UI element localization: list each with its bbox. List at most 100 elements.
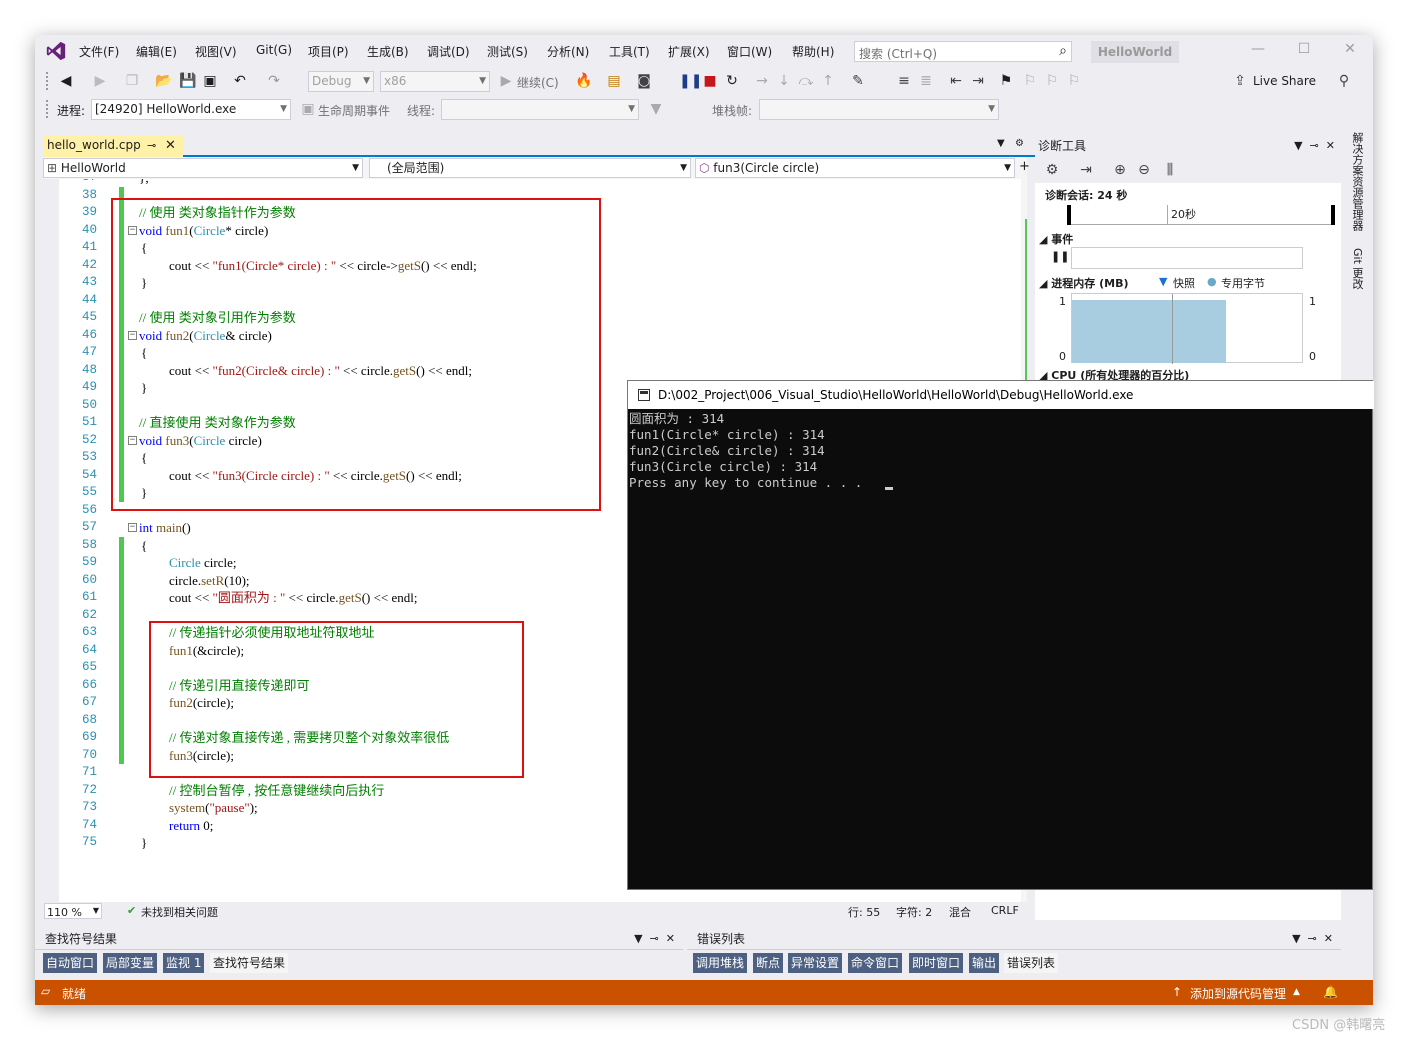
pin-icon[interactable]: ⊸	[147, 135, 156, 156]
timeline-ruler[interactable]: 20秒	[1067, 205, 1335, 225]
chevron-up-icon[interactable]: ▲	[1293, 987, 1300, 997]
tab-watch-1[interactable]: 监视 1	[163, 953, 205, 973]
collapse-icon[interactable]: −	[128, 523, 137, 532]
menu-tools[interactable]: 工具(T)	[609, 43, 650, 60]
show-next-statement-icon[interactable]: →	[753, 72, 771, 90]
events-pause-icon[interactable]: ❚❚	[1051, 250, 1069, 263]
issues-status[interactable]: 未找到相关问题	[141, 904, 218, 920]
split-window-icon[interactable]: +	[1019, 159, 1030, 174]
zoom-select[interactable]: 110 % ▼	[44, 903, 102, 919]
console-window[interactable]: D:\002_Project\006_Visual_Studio\HelloWo…	[627, 380, 1374, 890]
tab-call-stack[interactable]: 调用堆栈	[693, 953, 748, 973]
export-icon[interactable]: ⇥	[1077, 161, 1095, 179]
menu-file[interactable]: 文件(F)	[79, 43, 119, 60]
console-title-bar[interactable]: D:\002_Project\006_Visual_Studio\HelloWo…	[628, 381, 1374, 409]
menu-analyze[interactable]: 分析(N)	[547, 43, 589, 60]
tab-breakpoints[interactable]: 断点	[753, 953, 784, 973]
menu-git[interactable]: Git(G)	[256, 43, 292, 57]
panel-controls-icon[interactable]: ▼ ⊸ ✕	[1294, 135, 1335, 157]
memory-header[interactable]: ◢ 进程内存 (MB)	[1039, 275, 1129, 291]
panel-controls-icon[interactable]: ▼ ⊸ ✕	[1292, 928, 1333, 950]
events-header[interactable]: ◢ 事件	[1039, 231, 1073, 247]
new-item-icon[interactable]: ❐	[123, 72, 141, 90]
menu-view[interactable]: 视图(V)	[195, 43, 237, 60]
whitespace-mode-status[interactable]: 混合	[949, 904, 971, 920]
project-select[interactable]: ⊞ HelloWorld ▼	[43, 158, 363, 178]
stop-icon[interactable]: ■	[701, 72, 719, 90]
tab-list-chevron-icon[interactable]: ▼	[997, 138, 1005, 149]
browse-icon[interactable]: ▤	[605, 72, 623, 90]
save-icon[interactable]: 💾	[179, 72, 197, 90]
zoom-in-icon[interactable]: ⊕	[1111, 161, 1129, 179]
forward-icon[interactable]: ▶	[91, 72, 109, 90]
scope-select[interactable]: (全局范围) ▼	[369, 158, 691, 178]
tab-exception-settings[interactable]: 异常设置	[788, 953, 843, 973]
menu-window[interactable]: 窗口(W)	[727, 43, 772, 60]
step-out-icon[interactable]: ↑	[819, 72, 837, 90]
settings-gear-icon[interactable]: ⚙	[1015, 138, 1024, 149]
add-to-source-control-button[interactable]: 添加到源代码管理	[1190, 985, 1286, 1002]
tab-find-symbol-results[interactable]: 查找符号结果	[210, 953, 289, 973]
tab-locals[interactable]: 局部变量	[103, 953, 158, 973]
prev-bookmark-icon[interactable]: ⚐	[1021, 72, 1039, 90]
panel-controls-icon[interactable]: ▼ ⊸ ✕	[634, 928, 675, 950]
filter-icon[interactable]: ▼	[647, 100, 665, 118]
tab-immediate-window[interactable]: 即时窗口	[909, 953, 964, 973]
next-bookmark-icon[interactable]: ⚐	[1043, 72, 1061, 90]
timeline-end-handle[interactable]	[1331, 205, 1335, 225]
menu-help[interactable]: 帮助(H)	[792, 43, 834, 60]
tab-hello-world-cpp[interactable]: hello_world.cpp ⊸ ✕	[43, 135, 183, 157]
search-input[interactable]: 搜索 (Ctrl+Q) ⌕	[854, 41, 1072, 62]
reset-zoom-icon[interactable]: ⫼	[1161, 161, 1179, 179]
restart-icon[interactable]: ↻	[723, 72, 741, 90]
thread-select[interactable]: ▼	[441, 99, 639, 120]
process-select[interactable]: [24920] HelloWorld.exe ▼	[91, 99, 291, 120]
close-window-icon[interactable]: ✕	[1335, 41, 1365, 61]
stack-frame-select[interactable]: ▼	[759, 99, 999, 120]
code-line[interactable]: 37};	[43, 179, 1027, 187]
open-file-icon[interactable]: 📂	[155, 72, 173, 90]
tab-output[interactable]: 输出	[969, 953, 1000, 973]
platform-select[interactable]: x86 ▼	[380, 71, 490, 92]
menu-extensions[interactable]: 扩展(X)	[668, 43, 710, 60]
back-icon[interactable]: ◀	[57, 72, 75, 90]
live-share-button[interactable]: Live Share	[1253, 74, 1316, 88]
play-icon[interactable]: ▶	[497, 72, 515, 90]
tab-git-changes[interactable]: Git 更改	[1349, 248, 1365, 289]
close-tab-icon[interactable]: ✕	[165, 135, 176, 156]
clear-bookmarks-icon[interactable]: ⚐	[1065, 72, 1083, 90]
tab-command-window[interactable]: 命令窗口	[848, 953, 903, 973]
uncomment-icon[interactable]: ≣	[917, 72, 935, 90]
step-into-icon[interactable]: ↓	[775, 72, 793, 90]
zoom-out-icon[interactable]: ⊖	[1135, 161, 1153, 179]
bookmark-icon[interactable]: ⚑	[997, 72, 1015, 90]
gear-icon[interactable]: ⚙	[1043, 161, 1061, 179]
menu-test[interactable]: 测试(S)	[487, 43, 528, 60]
feedback-icon[interactable]: ⚲	[1335, 72, 1353, 90]
hot-reload-icon[interactable]: 🔥	[575, 72, 593, 90]
hex-display-icon[interactable]: ✎	[849, 72, 867, 90]
outdent-icon[interactable]: ⇤	[947, 72, 965, 90]
redo-icon[interactable]: ↷	[265, 72, 283, 90]
menu-project[interactable]: 项目(P)	[308, 43, 349, 60]
pause-icon[interactable]: ❚❚	[679, 72, 702, 90]
line-ending-status[interactable]: CRLF	[991, 904, 1019, 917]
maximize-icon[interactable]: ☐	[1289, 41, 1319, 61]
step-over-icon[interactable]: ⤼	[797, 72, 815, 90]
screenshot-icon[interactable]: ◙	[635, 72, 653, 90]
menu-build[interactable]: 生成(B)	[367, 43, 409, 60]
indent-icon[interactable]: ⇥	[969, 72, 987, 90]
menu-edit[interactable]: 编辑(E)	[136, 43, 177, 60]
minimize-icon[interactable]: —	[1243, 41, 1273, 61]
notifications-bell-icon[interactable]: 🔔	[1323, 985, 1338, 999]
tab-autos[interactable]: 自动窗口	[43, 953, 98, 973]
member-select[interactable]: ⬡ fun3(Circle circle) ▼	[695, 158, 1015, 178]
save-all-icon[interactable]: ▣	[201, 72, 219, 90]
lifecycle-events-button[interactable]: 生命周期事件	[318, 102, 390, 119]
undo-icon[interactable]: ↶	[231, 72, 249, 90]
continue-button[interactable]: 继续(C)	[517, 74, 559, 91]
configuration-select[interactable]: Debug ▼	[308, 71, 374, 92]
timeline-start-handle[interactable]	[1067, 205, 1071, 225]
tab-error-list[interactable]: 错误列表	[1004, 953, 1059, 973]
tab-solution-explorer[interactable]: 解决方案资源管理器	[1349, 132, 1365, 231]
